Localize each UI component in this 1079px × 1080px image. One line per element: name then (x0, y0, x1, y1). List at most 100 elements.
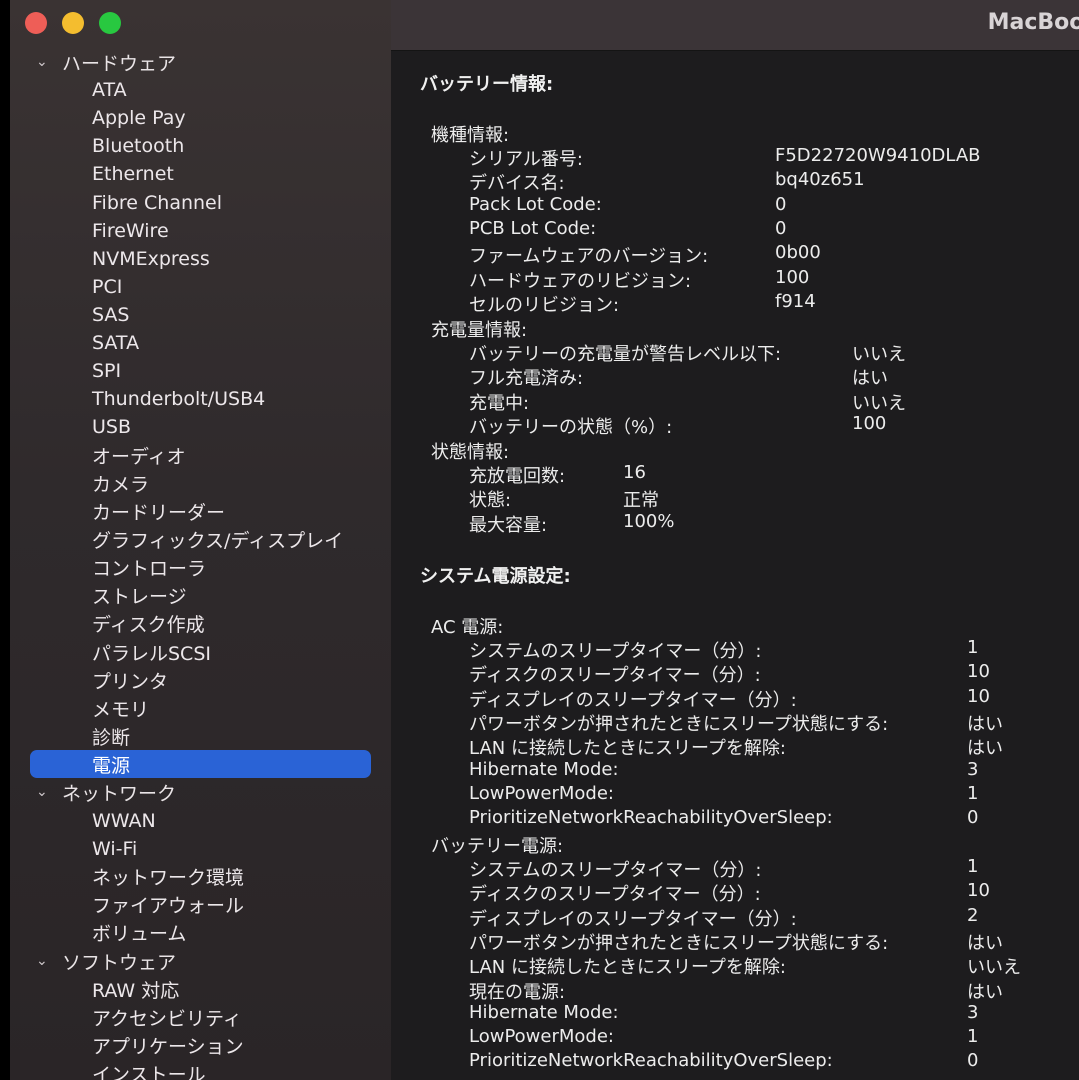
sidebar-item[interactable]: ファイアウォール (10, 891, 391, 919)
sidebar-item[interactable]: インストール (10, 1059, 391, 1080)
field-value: 3 (967, 1001, 979, 1023)
field-value: はい (967, 713, 1003, 735)
sidebar-item[interactable]: カメラ (10, 469, 391, 497)
field-label: 充電中: (469, 392, 530, 414)
field-value: 0 (967, 1050, 979, 1072)
chevron-down-icon[interactable]: ⌄ (36, 954, 50, 968)
sidebar-list: ⌄ ハードウェア ATA Apple Pay Bluetooth Ethernet Fibr… (10, 48, 391, 1080)
sidebar-item[interactable]: Thunderbolt/USB4 (10, 385, 391, 413)
sidebar-item-label: カメラ (92, 473, 150, 496)
sidebar-item[interactable]: WWAN (10, 807, 391, 835)
subsection-header: バッテリー電源: (431, 836, 564, 857)
sidebar-item-label: 電源 (92, 754, 131, 777)
minimize-window-button[interactable] (62, 12, 84, 34)
chevron-down-icon[interactable]: ⌄ (36, 55, 50, 69)
sidebar-item[interactable]: SAS (10, 301, 391, 329)
field-label: PrioritizeNetworkReachabilityOverSleep: (469, 807, 833, 829)
field-value: 1 (967, 1026, 979, 1048)
sidebar-group-header[interactable]: ⌄ ソフトウェア (10, 947, 391, 975)
sidebar-item-label: SATA (92, 331, 140, 354)
sidebar-item[interactable]: プリンタ (10, 666, 391, 694)
field-label: システムのスリープタイマー（分）: (469, 860, 762, 881)
close-window-button[interactable] (25, 12, 47, 34)
sidebar-item[interactable]: オーディオ (10, 441, 391, 469)
sidebar-item-label: NVMExpress (92, 247, 210, 270)
sidebar-item[interactable]: SPI (10, 357, 391, 385)
sidebar-item[interactable]: カードリーダー (10, 498, 391, 526)
field-value: 0 (775, 217, 787, 239)
sidebar-item[interactable]: FireWire (10, 217, 391, 245)
sidebar-item[interactable]: Ethernet (10, 160, 391, 188)
sidebar-item-label: Apple Pay (92, 107, 186, 130)
field-label: フル充電済み: (469, 368, 584, 390)
sidebar-item[interactable]: アプリケーション (10, 1031, 391, 1059)
field-label: 状態: (469, 490, 512, 512)
sidebar-item-label: インストール (92, 1063, 206, 1080)
field-value: 100% (623, 510, 675, 532)
sidebar-item-label: USB (92, 416, 132, 439)
sidebar-item[interactable]: Apple Pay (10, 104, 391, 132)
sidebar-item[interactable]: USB (10, 413, 391, 441)
sidebar-item-label: パラレルSCSI (92, 642, 211, 665)
sidebar-item[interactable]: グラフィックス/ディスプレイ (10, 526, 391, 554)
system-information-window: ⌄ ハードウェア ATA Apple Pay Bluetooth Ethernet Fibr… (0, 0, 1079, 1080)
sidebar-item[interactable]: ストレージ (10, 582, 391, 610)
field-label: 充放電回数: (469, 466, 566, 487)
sidebar-item[interactable]: ATA (10, 76, 391, 104)
sidebar-item-label: ディスク作成 (92, 614, 205, 637)
sidebar-group-header[interactable]: ⌄ ハードウェア (10, 48, 391, 76)
sidebar-item[interactable]: PCI (10, 273, 391, 301)
sidebar-item-label: ボリューム (92, 923, 187, 946)
sidebar-item[interactable]: 電源 (30, 750, 371, 779)
sidebar-item-label: Wi-Fi (92, 837, 138, 860)
sidebar-item-label: Bluetooth (92, 135, 185, 158)
sidebar-item[interactable]: Fibre Channel (10, 188, 391, 216)
sidebar-item-label: オーディオ (92, 445, 186, 468)
sidebar-item-label: Fibre Channel (92, 191, 223, 214)
field-label: PrioritizeNetworkReachabilityOverSleep: (469, 1050, 833, 1072)
field-label: 最大容量: (469, 514, 548, 536)
sidebar-item[interactable]: ネットワーク環境 (10, 863, 391, 891)
sidebar-item[interactable]: 診断 (10, 722, 391, 750)
sidebar-item-label: RAW 対応 (92, 979, 180, 1002)
sidebar-item[interactable]: アクセシビリティ (10, 1003, 391, 1031)
sidebar-item[interactable]: パラレルSCSI (10, 638, 391, 666)
title-bar: MacBook (391, 0, 1079, 51)
field-value: 2 (967, 904, 979, 926)
chevron-down-icon[interactable]: ⌄ (36, 785, 50, 799)
field-label: Pack Lot Code: (469, 193, 602, 215)
sidebar-group-label: ソフトウェア (62, 951, 177, 974)
sidebar-item[interactable]: RAW 対応 (10, 975, 391, 1003)
field-label: パワーボタンが押されたときにスリープ状態にする: (469, 713, 889, 735)
sidebar-item[interactable]: NVMExpress (10, 245, 391, 273)
field-value: 100 (775, 266, 810, 288)
window-controls (25, 12, 121, 34)
sidebar-item[interactable]: Bluetooth (10, 132, 391, 160)
sidebar-item[interactable]: SATA (10, 329, 391, 357)
field-value: 10 (967, 661, 990, 683)
subsection-header: AC 電源: (431, 617, 504, 638)
field-label: ディスクのスリープタイマー（分）: (469, 884, 761, 906)
subsection-header: 充電量情報: (431, 320, 528, 341)
sidebar-item[interactable]: コントローラ (10, 554, 391, 582)
zoom-window-button[interactable] (99, 12, 121, 34)
field-value: はい (852, 368, 888, 390)
sidebar-item[interactable]: Wi-Fi (10, 835, 391, 863)
field-value: 16 (623, 462, 646, 483)
field-value: はい (967, 981, 1003, 1003)
field-value: いいえ (967, 957, 1021, 979)
sidebar-group-header[interactable]: ⌄ ネットワーク (10, 778, 391, 806)
sidebar-item[interactable]: メモリ (10, 694, 391, 722)
field-label: セルのリビジョン: (469, 294, 620, 316)
sidebar-item-label: WWAN (92, 809, 156, 832)
sidebar-item[interactable]: ボリューム (10, 919, 391, 947)
field-label: ディスクのスリープタイマー（分）: (469, 665, 761, 687)
field-label: ディスプレイのスリープタイマー（分）: (469, 689, 797, 711)
field-value: 100 (852, 412, 887, 434)
field-value: bq40z651 (775, 169, 865, 191)
subsection-header: 機種情報: (431, 125, 510, 146)
sidebar-item[interactable]: ディスク作成 (10, 610, 391, 638)
sidebar-item-label: SAS (92, 303, 130, 326)
sidebar-item-label: SPI (92, 360, 122, 383)
field-value: はい (967, 932, 1003, 954)
